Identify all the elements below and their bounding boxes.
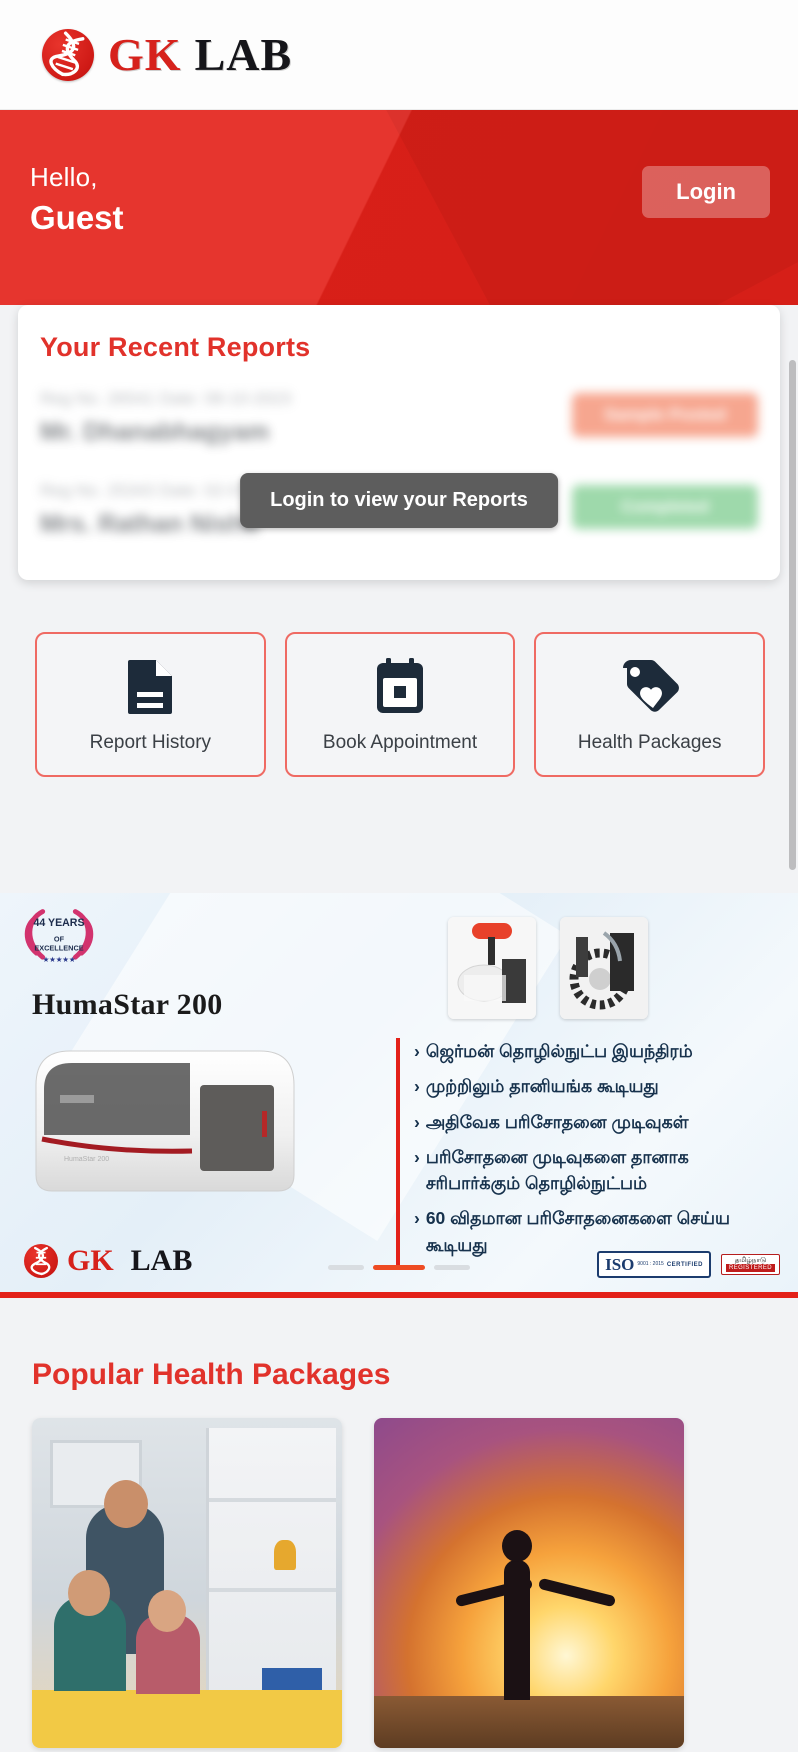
iso-badge-sub: CERTIFIED: [666, 1261, 703, 1268]
login-button[interactable]: Login: [642, 166, 770, 218]
flower-decor: [274, 1540, 296, 1570]
recent-reports-card: Your Recent Reports Reg No. 26541 Date: …: [18, 305, 780, 580]
report-row[interactable]: Reg No. 26541 Date: 08-10-2023 Mr. Dhana…: [40, 389, 758, 469]
document-icon: [128, 659, 173, 714]
sofa-decor: [32, 1690, 342, 1748]
bullet-marker-icon: ›: [414, 1076, 420, 1097]
report-status-badge: Completed: [572, 485, 758, 529]
product-thumbnail-pipettor: [448, 917, 536, 1019]
promo-feature-item: › பரிசோதனை முடிவுகளை தானாக சரிபார்க்கும்…: [414, 1144, 786, 1197]
brand-logo[interactable]: GK LAB: [42, 28, 293, 81]
person-head: [104, 1480, 148, 1528]
promo-banner-footer: GK LAB ISO 9001 : 2015 CERTIFIED தமிழ்நா…: [0, 1230, 798, 1292]
analyzer-machine-photo: HumaStar 200: [35, 1050, 295, 1192]
calendar-icon: [377, 657, 423, 713]
promo-feature-item: › முற்றிலும் தானியங்க கூடியது: [414, 1073, 786, 1099]
greeting-block: Hello, Guest: [30, 162, 124, 237]
promo-banner-carousel[interactable]: 44 YEARS OF EXCELLENCE ★★★★★ HumaStar 20…: [0, 893, 798, 1298]
certification-badges: ISO 9001 : 2015 CERTIFIED தமிழ்நாடு REGI…: [597, 1251, 780, 1278]
promo-feature-item: › ஜெர்மன் தொழில்நுட்ப இயந்திரம்: [414, 1038, 786, 1064]
product-thumbnail-rotor: [560, 917, 648, 1019]
quick-action-health-packages[interactable]: Health Packages: [534, 632, 766, 777]
carousel-dot-active[interactable]: [373, 1265, 425, 1270]
silhouette-body: [503, 1560, 530, 1700]
quick-action-book-appointment[interactable]: Book Appointment: [284, 632, 516, 777]
recent-reports-list: Reg No. 26541 Date: 08-10-2023 Mr. Dhana…: [18, 363, 780, 561]
quick-actions-row: Report History Book Appointment Health P…: [35, 632, 766, 777]
registration-badge: தமிழ்நாடு REGISTERED: [720, 1253, 780, 1276]
promo-brand-secondary: LAB: [130, 1244, 193, 1277]
brand-wordmark: GK LAB: [108, 28, 293, 80]
promo-feature-text: முற்றிலும் தானியங்க கூடியது: [425, 1076, 659, 1097]
recent-reports-title: Your Recent Reports: [40, 332, 311, 362]
promo-feature-text: பரிசோதனை முடிவுகளை தானாக சரிபார்க்கும் த…: [425, 1146, 689, 1193]
iso-badge-label: ISO: [605, 1255, 635, 1274]
svg-text:OF: OF: [54, 935, 65, 944]
app-screen: GK LAB Hello, Guest Login Your Recent Re…: [0, 0, 798, 1752]
promo-brand-primary: GK: [67, 1244, 114, 1277]
package-image-sunset: [374, 1418, 684, 1748]
bullet-marker-icon: ›: [414, 1146, 420, 1167]
dna-helix-logo-icon: [42, 28, 94, 81]
package-image-family: [32, 1418, 342, 1748]
greeting-text: Hello,: [30, 162, 98, 192]
person-head: [148, 1590, 186, 1632]
carousel-indicators[interactable]: [328, 1265, 470, 1270]
bullet-marker-icon: ›: [414, 1111, 420, 1132]
brand-name-primary: GK: [108, 28, 182, 80]
carousel-dot[interactable]: [434, 1265, 470, 1270]
quick-action-label: Health Packages: [577, 731, 722, 753]
dna-icon-svg: [49, 30, 85, 76]
svg-text:★★★★★: ★★★★★: [43, 955, 76, 964]
dna-icon-svg: [30, 1246, 51, 1276]
promo-feature-text: அதிவேக பரிசோதனை முடிவுகள்: [425, 1111, 689, 1132]
svg-text:EXCELLENCE: EXCELLENCE: [34, 944, 83, 953]
promo-brand-logo: GK LAB: [24, 1244, 192, 1278]
tag-heart-icon: [622, 659, 679, 712]
promo-feature-item: › அதிவேக பரிசோதனை முடிவுகள்: [414, 1109, 786, 1135]
promo-product-title: HumaStar 200: [32, 988, 223, 1021]
person-head: [68, 1570, 110, 1616]
carousel-dot[interactable]: [328, 1265, 364, 1270]
registration-badge-line2: REGISTERED: [725, 1264, 775, 1273]
registration-badge-line1: தமிழ்நாடு: [734, 1256, 767, 1264]
award-wreath-badge-icon: 44 YEARS OF EXCELLENCE ★★★★★: [24, 909, 94, 964]
svg-text:HumaStar 200: HumaStar 200: [64, 1156, 109, 1163]
rotor-photo: [560, 917, 648, 1019]
pipettor-photo: [448, 917, 536, 1019]
promo-feature-text: ஜெர்மன் தொழில்நுட்ப இயந்திரம்: [425, 1041, 693, 1061]
login-required-tooltip: Login to view your Reports: [240, 473, 558, 528]
brand-name-secondary: LAB: [194, 28, 293, 80]
iso-badge-standard: 9001 : 2015: [637, 1260, 664, 1267]
svg-text:44 YEARS: 44 YEARS: [33, 917, 84, 929]
silhouette-arm-right: [537, 1577, 616, 1608]
hero-banner: Hello, Guest Login: [0, 110, 798, 305]
app-header: GK LAB: [0, 0, 798, 110]
iso-certified-badge: ISO 9001 : 2015 CERTIFIED: [597, 1251, 711, 1278]
package-card[interactable]: [374, 1418, 684, 1748]
popular-packages-row: [32, 1418, 772, 1748]
bullet-marker-icon: ›: [414, 1041, 420, 1061]
user-name: Guest: [30, 199, 124, 236]
dna-helix-logo-icon: [24, 1244, 58, 1278]
quick-action-label: Book Appointment: [322, 731, 478, 753]
report-status-badge: Sample Posted: [572, 393, 758, 437]
silhouette-head: [501, 1530, 532, 1562]
page-scrollbar[interactable]: [789, 360, 796, 870]
quick-action-label: Report History: [89, 731, 212, 753]
ground-decor: [374, 1696, 684, 1748]
package-card[interactable]: [32, 1418, 342, 1748]
popular-packages-title: Popular Health Packages: [32, 1358, 391, 1391]
quick-action-report-history[interactable]: Report History: [35, 632, 266, 777]
